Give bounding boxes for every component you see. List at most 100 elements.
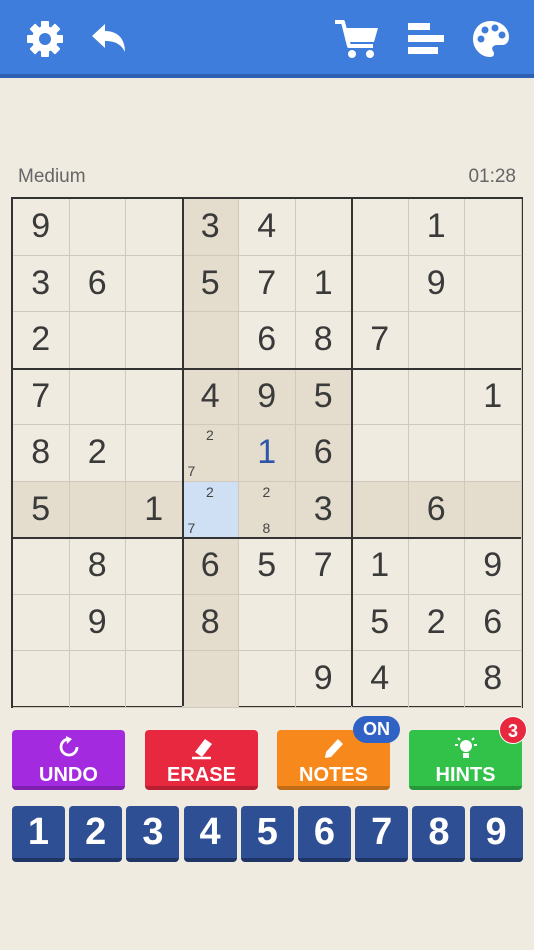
undo-label: UNDO <box>39 764 98 786</box>
cell-r7c7[interactable]: 1 <box>352 538 409 595</box>
cell-r7c6[interactable]: 7 <box>295 538 352 595</box>
cell-r1c1[interactable]: 9 <box>13 199 70 256</box>
cell-r2c4[interactable]: 5 <box>182 255 239 312</box>
numpad-8-button[interactable]: 8 <box>412 806 466 862</box>
cell-r1c6[interactable] <box>295 199 352 256</box>
cell-r3c3[interactable] <box>126 312 183 369</box>
numpad-5-button[interactable]: 5 <box>240 806 294 862</box>
cell-r9c8[interactable] <box>408 651 465 708</box>
cell-r9c3[interactable] <box>126 651 183 708</box>
cell-r9c4[interactable] <box>182 651 239 708</box>
numpad-6-button[interactable]: 6 <box>298 806 351 862</box>
cell-r5c9[interactable] <box>465 425 522 482</box>
cell-r7c8[interactable] <box>408 538 465 595</box>
cell-r1c7[interactable] <box>352 199 409 256</box>
cell-r8c1[interactable] <box>13 594 70 651</box>
cell-r1c9[interactable] <box>465 199 522 256</box>
cell-r7c4[interactable]: 6 <box>182 538 239 595</box>
cell-r7c5[interactable]: 5 <box>239 538 296 595</box>
undo-button[interactable]: UNDO <box>12 730 125 790</box>
numpad-3-button[interactable]: 3 <box>126 806 180 862</box>
leaderboard-icon[interactable] <box>406 18 448 60</box>
cell-r9c9[interactable]: 8 <box>465 651 522 708</box>
cell-r4c9[interactable]: 1 <box>465 368 522 425</box>
cell-r3c1[interactable]: 2 <box>13 312 70 369</box>
cell-r8c9[interactable]: 6 <box>465 594 522 651</box>
cell-r4c5[interactable]: 9 <box>239 368 296 425</box>
cell-r6c1[interactable]: 5 <box>13 481 70 538</box>
gear-icon[interactable] <box>24 18 66 60</box>
cell-r5c8[interactable] <box>408 425 465 482</box>
cell-r5c6[interactable]: 6 <box>295 425 352 482</box>
cell-r4c4[interactable]: 4 <box>182 368 239 425</box>
cell-r2c8[interactable]: 9 <box>408 255 465 312</box>
cell-r5c1[interactable]: 8 <box>13 425 70 482</box>
cell-r3c7[interactable]: 7 <box>352 312 409 369</box>
cell-r2c7[interactable] <box>352 255 409 312</box>
cell-r6c8[interactable]: 6 <box>408 481 465 538</box>
cell-r7c2[interactable]: 8 <box>69 538 126 595</box>
cell-r8c7[interactable]: 5 <box>352 594 409 651</box>
cell-r2c6[interactable]: 1 <box>295 255 352 312</box>
cell-r9c2[interactable] <box>69 651 126 708</box>
cell-r6c6[interactable]: 3 <box>295 481 352 538</box>
cell-r8c4[interactable]: 8 <box>182 594 239 651</box>
erase-button[interactable]: ERASE <box>145 730 258 790</box>
cell-r6c3[interactable]: 1 <box>126 481 183 538</box>
cell-r9c1[interactable] <box>13 651 70 708</box>
cell-r3c2[interactable] <box>69 312 126 369</box>
cell-r4c8[interactable] <box>408 368 465 425</box>
cell-r3c5[interactable]: 6 <box>239 312 296 369</box>
numpad-1-button[interactable]: 1 <box>12 806 65 862</box>
cell-r5c3[interactable] <box>126 425 183 482</box>
numpad-9-button[interactable]: 9 <box>469 806 523 862</box>
palette-icon[interactable] <box>470 18 512 60</box>
cell-r3c8[interactable] <box>408 312 465 369</box>
pencil-note: 7 <box>187 463 196 479</box>
cell-r2c3[interactable] <box>126 255 183 312</box>
cell-r8c8[interactable]: 2 <box>408 594 465 651</box>
cell-r4c3[interactable] <box>126 368 183 425</box>
cell-value: 1 <box>483 376 503 415</box>
numpad-4-button[interactable]: 4 <box>183 806 237 862</box>
cell-r9c6[interactable]: 9 <box>295 651 352 708</box>
cell-r9c7[interactable]: 4 <box>352 651 409 708</box>
cell-r2c2[interactable]: 6 <box>69 255 126 312</box>
undo-arrow-icon[interactable] <box>88 18 130 60</box>
cell-r9c5[interactable] <box>239 651 296 708</box>
cell-r5c4[interactable]: 27 <box>182 425 239 482</box>
cell-r2c9[interactable] <box>465 255 522 312</box>
cell-r1c3[interactable] <box>126 199 183 256</box>
cell-r4c1[interactable]: 7 <box>13 368 70 425</box>
numpad-2-button[interactable]: 2 <box>69 806 123 862</box>
cell-r6c2[interactable] <box>69 481 126 538</box>
cart-icon[interactable] <box>333 18 381 60</box>
cell-r5c5[interactable]: 1 <box>239 425 296 482</box>
cell-r7c9[interactable]: 9 <box>465 538 522 595</box>
cell-r8c3[interactable] <box>126 594 183 651</box>
cell-r4c6[interactable]: 5 <box>295 368 352 425</box>
cell-r6c5[interactable]: 28 <box>239 481 296 538</box>
cell-r2c5[interactable]: 7 <box>239 255 296 312</box>
cell-r3c4[interactable] <box>182 312 239 369</box>
cell-r6c4[interactable]: 27 <box>182 481 239 538</box>
cell-r1c8[interactable]: 1 <box>408 199 465 256</box>
cell-r7c3[interactable] <box>126 538 183 595</box>
cell-r8c5[interactable] <box>239 594 296 651</box>
cell-r6c9[interactable] <box>465 481 522 538</box>
cell-r6c7[interactable] <box>352 481 409 538</box>
numpad-7-button[interactable]: 7 <box>355 806 409 862</box>
cell-r3c9[interactable] <box>465 312 522 369</box>
cell-r5c7[interactable] <box>352 425 409 482</box>
cell-r8c6[interactable] <box>295 594 352 651</box>
cell-r4c7[interactable] <box>352 368 409 425</box>
cell-r7c1[interactable] <box>13 538 70 595</box>
cell-r2c1[interactable]: 3 <box>13 255 70 312</box>
cell-r3c6[interactable]: 8 <box>295 312 352 369</box>
cell-r1c4[interactable]: 3 <box>182 199 239 256</box>
cell-r1c2[interactable] <box>69 199 126 256</box>
cell-r5c2[interactable]: 2 <box>69 425 126 482</box>
cell-r1c5[interactable]: 4 <box>239 199 296 256</box>
cell-r8c2[interactable]: 9 <box>69 594 126 651</box>
cell-r4c2[interactable] <box>69 368 126 425</box>
